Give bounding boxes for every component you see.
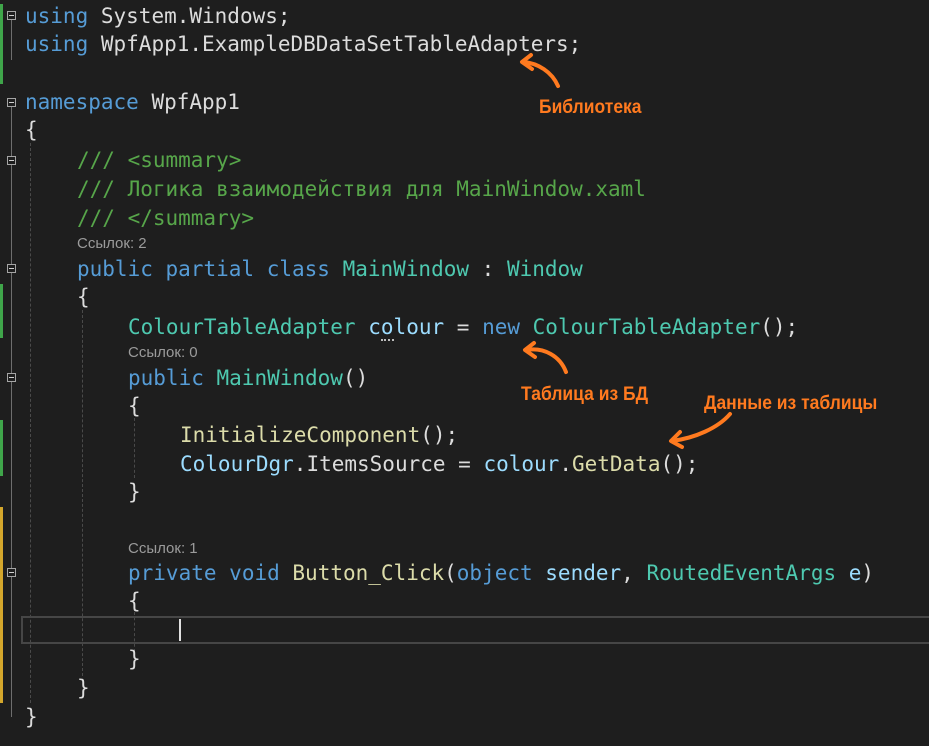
annotation-arrow	[523, 341, 568, 374]
annotation-arrow	[520, 53, 560, 88]
annotation-arrows	[520, 53, 732, 449]
annotation-arrow	[669, 412, 732, 449]
code-editor[interactable]: using System.Windows; using WpfApp1.Exam…	[0, 0, 929, 746]
